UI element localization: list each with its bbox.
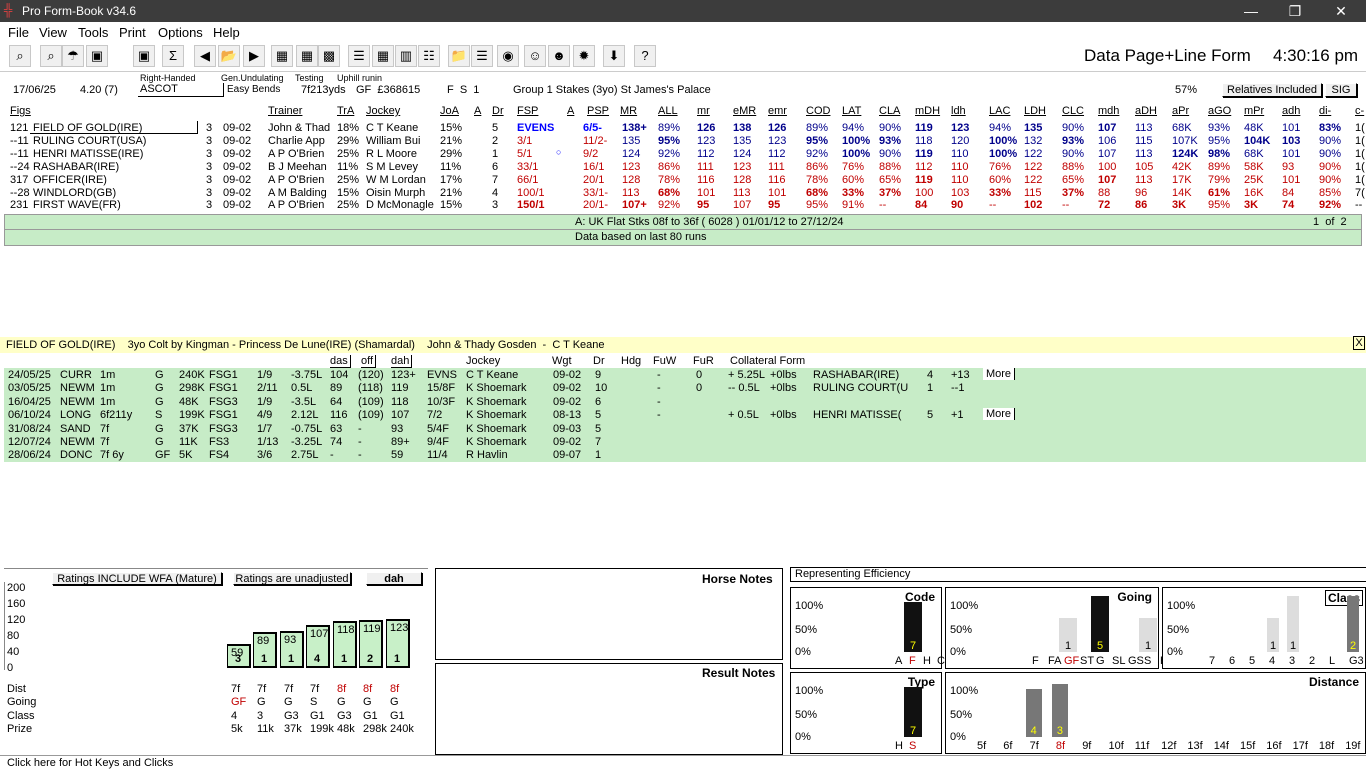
efficiency-count: 1 [1270,639,1277,652]
efficiency-y-tick: 0% [950,646,966,658]
efficiency-category: 8f [1055,740,1066,752]
efficiency-bar[interactable]: 1 [1287,596,1299,652]
efficiency-count: 7 [910,724,917,737]
efficiency-category: 19f [1345,740,1361,752]
efficiency-count: 1 [1065,639,1072,652]
efficiency-category: 6 [1229,655,1236,667]
efficiency-category: ST [1080,655,1095,667]
efficiency-distance-panel: Distance 100% 50% 0% 5f 6f 7f 4 8f 3 9f 10f 11f 12f 13… [945,672,1366,754]
efficiency-category: 5 [1249,655,1256,667]
efficiency-category: S [909,740,917,752]
efficiency-category: L [1329,655,1336,667]
efficiency-code-panel: Code100%50%0%AF7HCN [790,587,959,669]
efficiency-category: 4 [1269,655,1276,667]
efficiency-category: FA [1048,655,1062,667]
efficiency-y-tick: 0% [795,731,811,743]
efficiency-count: 3 [1056,724,1064,737]
efficiency-category: 7 [1209,655,1216,667]
efficiency-count: 5 [1097,640,1104,652]
efficiency-category: H [895,740,903,752]
efficiency-y-tick: 100% [795,685,824,697]
efficiency-y-tick: 50% [1167,624,1190,636]
efficiency-bar[interactable]: 1 [1267,618,1279,652]
efficiency-category: 18f [1318,740,1335,752]
efficiency-category: S [1144,655,1152,667]
efficiency-bar[interactable]: 7 [904,686,922,737]
efficiency-count: 1 [1290,640,1297,652]
efficiency-category: 7f [1029,740,1039,752]
efficiency-bar[interactable]: 1 [1059,618,1077,652]
efficiency-y-tick: 0% [795,646,811,658]
efficiency-y-tick: 50% [795,709,818,721]
efficiency-category: 15f [1240,740,1256,752]
efficiency-bar[interactable]: 4 [1025,689,1042,737]
efficiency-y-tick: 50% [795,624,818,636]
efficiency-count: 7 [910,639,917,652]
efficiency-category: A [895,655,903,667]
efficiency-y-tick: 100% [950,600,979,612]
efficiency-category: C [937,655,945,667]
efficiency-count: 1 [1145,639,1152,652]
efficiency-y-tick: 100% [795,600,824,612]
efficiency-category: H [923,655,931,667]
efficiency-category: G3 [1349,655,1364,667]
status-bar [0,755,1366,768]
efficiency-category: 14f [1213,740,1229,752]
efficiency-category: 10f [1108,740,1124,752]
efficiency-y-tick: 100% [1167,600,1196,612]
efficiency-class-panel: Class100%50%0%76541312LG32G2G13 [1162,587,1366,669]
efficiency-going-panel: Going100%50%0%FFAGF1STG5SLGSS1H [945,587,1168,669]
efficiency-count: 2 [1350,640,1357,652]
efficiency-going-title: Going [1117,590,1152,604]
efficiency-bar[interactable]: 7 [904,601,922,652]
efficiency-bar[interactable]: 3 [1051,683,1068,737]
efficiency-distance-title: Distance [1308,675,1359,689]
efficiency-category: 17f [1292,740,1308,752]
efficiency-category: 2 [1309,655,1316,667]
efficiency-category: 11f [1134,740,1150,752]
efficiency-bar[interactable]: 1 [1139,618,1157,652]
efficiency-category: 13f [1187,740,1203,752]
efficiency-category: 6f [1003,740,1013,752]
efficiency-category: 16f [1266,740,1282,752]
efficiency-category: F [909,655,916,667]
status-text[interactable]: Click here for Hot Keys and Clicks [7,757,173,769]
efficiency-bar[interactable]: 2 [1347,596,1359,652]
efficiency-count: 4 [1030,724,1037,737]
efficiency-type-panel: Type 100% 50% 0% H S 7 [790,672,942,754]
efficiency-category: G [1096,655,1105,667]
efficiency-charts: Code100%50%0%AF7HCNGoing100%50%0%FFAGF1S… [0,0,1366,768]
efficiency-y-tick: 0% [950,731,966,743]
efficiency-category: GS [1128,655,1144,667]
efficiency-y-tick: 0% [1167,646,1183,658]
efficiency-bar[interactable]: 5 [1091,596,1109,652]
efficiency-category: 3 [1289,655,1296,667]
efficiency-category: 12f [1161,740,1177,752]
efficiency-y-tick: 50% [950,624,973,636]
efficiency-category: SL [1112,655,1126,667]
efficiency-category: GF [1064,655,1080,667]
efficiency-y-tick: 100% [950,685,979,697]
efficiency-category: 9f [1082,740,1092,752]
efficiency-y-tick: 50% [950,709,973,721]
efficiency-category: 5f [977,740,987,752]
efficiency-category: F [1032,655,1039,667]
